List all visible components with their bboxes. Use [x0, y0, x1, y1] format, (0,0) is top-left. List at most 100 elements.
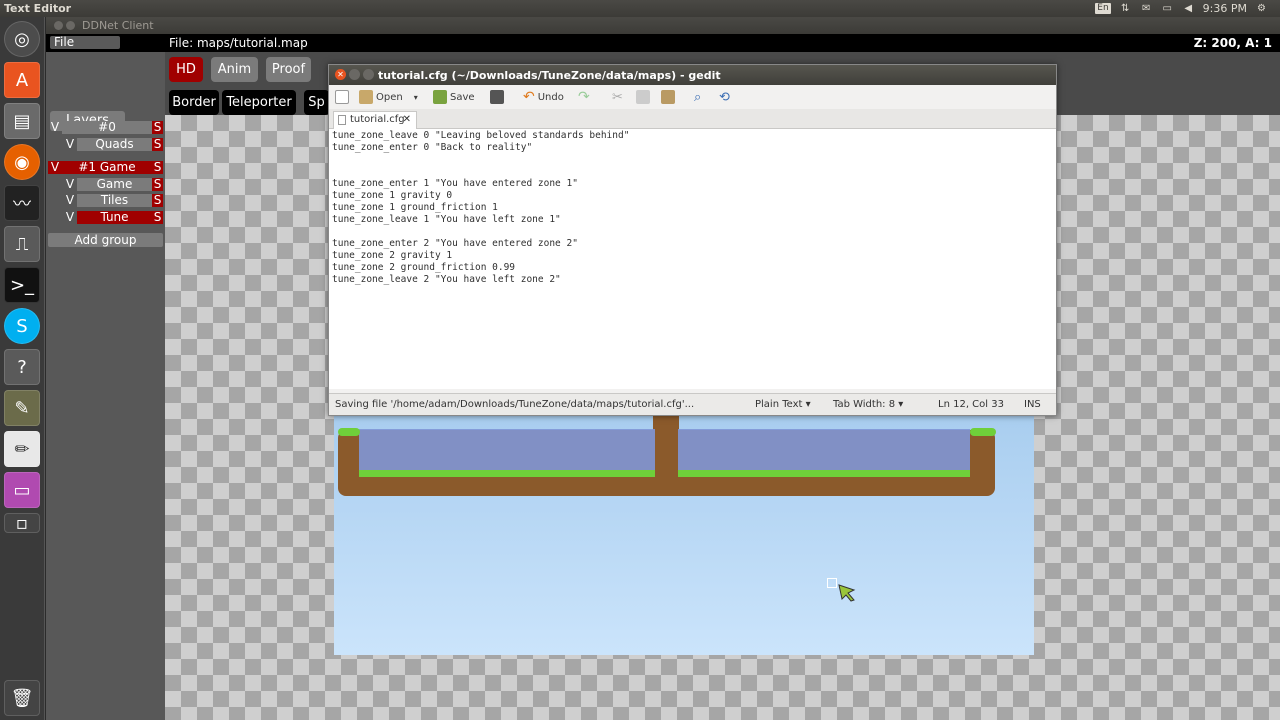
layer-group-row[interactable]: V #0 S	[48, 121, 163, 134]
hd-button[interactable]: HD	[169, 57, 203, 82]
gimp-icon[interactable]: ✎	[4, 390, 40, 426]
text-editor-icon[interactable]: ✏	[4, 431, 40, 467]
gedit-maximize-icon[interactable]	[363, 69, 374, 80]
layer-name[interactable]: Tiles	[77, 194, 152, 207]
volume-icon[interactable]: ◀	[1182, 3, 1195, 14]
gedit-minimize-icon[interactable]	[349, 69, 360, 80]
gedit-toolbar: Open ▾ Save ↶ Undo ↷ ✂ ⌕ ⟲	[329, 85, 1056, 109]
editor-line: tune_zone_enter 2 "You have entered zone…	[332, 238, 578, 249]
skype-icon[interactable]: S	[4, 308, 40, 344]
proof-button[interactable]: Proof	[266, 57, 311, 82]
replace-button[interactable]: ⟲	[719, 88, 730, 106]
visibility-toggle[interactable]: V	[63, 211, 77, 224]
visibility-toggle[interactable]: V	[63, 178, 77, 191]
print-icon	[490, 90, 504, 104]
layer-group-name[interactable]: #0	[62, 121, 152, 134]
ddnet-window-icon[interactable]: ▫	[4, 513, 40, 534]
layer-group-name[interactable]: #1 Game	[62, 161, 152, 174]
open-dropdown-icon[interactable]: ▾	[414, 93, 418, 102]
firefox-icon[interactable]: ◉	[4, 144, 40, 180]
top-panel: Text Editor En ⇅ ✉ ▭ ◀ 9:36 PM ⚙	[0, 0, 1280, 17]
grass-edge-right	[970, 428, 996, 436]
folder-icon	[359, 90, 373, 104]
layer-settings-button[interactable]: S	[152, 161, 163, 174]
ddnet-minimize-icon[interactable]	[66, 21, 75, 30]
layer-settings-button[interactable]: S	[152, 194, 163, 207]
keyboard-layout-indicator[interactable]: En	[1095, 3, 1111, 14]
editor-line: tune_zone_enter 1 "You have entered zone…	[332, 178, 578, 189]
border-button[interactable]: Border	[169, 90, 219, 115]
editor-menubar: File File: maps/tutorial.map Z: 200, A: …	[46, 34, 1280, 52]
editor-line: tune_zone_leave 1 "You have left zone 1"	[332, 214, 561, 225]
usb-drive-icon[interactable]: ⎍	[4, 226, 40, 262]
tab-close-icon[interactable]: ✕	[403, 112, 411, 128]
system-tray: En ⇅ ✉ ▭ ◀ 9:36 PM ⚙	[1095, 0, 1280, 17]
mail-icon[interactable]: ✉	[1140, 3, 1153, 14]
trash-icon[interactable]: 🗑	[4, 680, 40, 716]
system-monitor-icon[interactable]: 〰	[4, 185, 40, 221]
redo-button[interactable]: ↷	[578, 88, 590, 106]
layer-settings-button[interactable]: S	[152, 138, 163, 151]
layer-name[interactable]: Game	[77, 178, 152, 191]
undo-button[interactable]: ↶ Undo	[523, 88, 564, 106]
help-icon[interactable]: ?	[4, 349, 40, 385]
mouse-cursor-icon	[838, 584, 856, 602]
dash-home-icon[interactable]: ◎	[4, 21, 40, 57]
speedup-button[interactable]: Sp	[304, 90, 329, 115]
layer-name[interactable]: Quads	[77, 138, 152, 151]
tile-cursor-box	[827, 578, 837, 588]
gedit-titlebar: ✕ tutorial.cfg (~/Downloads/TuneZone/dat…	[329, 65, 1056, 85]
tab-tutorial-cfg[interactable]: tutorial.cfg ✕	[333, 111, 417, 129]
add-group-button[interactable]: Add group	[48, 233, 163, 247]
power-gear-icon[interactable]: ⚙	[1255, 3, 1268, 14]
paste-button[interactable]	[661, 88, 675, 106]
teleporter-button[interactable]: Teleporter	[222, 90, 296, 115]
layer-group-row-selected[interactable]: V #1 Game S	[48, 161, 163, 174]
clock[interactable]: 9:36 PM	[1203, 2, 1247, 15]
layer-row[interactable]: V Game S	[63, 178, 163, 191]
software-center-icon[interactable]: A	[4, 62, 40, 98]
visibility-toggle[interactable]: V	[48, 121, 62, 134]
layer-settings-button[interactable]: S	[152, 121, 163, 134]
editor-line: tune_zone_enter 0 "Back to reality"	[332, 142, 533, 153]
layer-row[interactable]: V Tiles S	[63, 194, 163, 207]
language-selector[interactable]: Plain Text ▾	[755, 399, 811, 410]
gedit-close-icon[interactable]: ✕	[335, 69, 346, 80]
dirt-pillar	[653, 410, 679, 470]
layer-settings-button[interactable]: S	[152, 178, 163, 191]
editor-line: tune_zone 1 gravity 0	[332, 190, 453, 201]
layer-settings-button[interactable]: S	[152, 211, 163, 224]
find-button[interactable]: ⌕	[694, 88, 701, 106]
ddnet-titlebar: DDNet Client	[46, 17, 1280, 34]
network-icon[interactable]: ⇅	[1119, 3, 1132, 14]
editor-line: tune_zone 2 ground_friction 0.99	[332, 262, 516, 273]
workspace-icon[interactable]: ▭	[4, 472, 40, 508]
save-button[interactable]: Save	[433, 88, 475, 106]
open-button[interactable]: Open ▾	[359, 88, 418, 106]
ddnet-close-icon[interactable]	[54, 21, 63, 30]
status-message: Saving file '/home/adam/Downloads/TuneZo…	[335, 399, 695, 410]
layer-row-selected[interactable]: V Tune S	[63, 211, 163, 224]
zoom-info: Z: 200, A: 1	[1193, 36, 1272, 50]
files-drawer-icon[interactable]: ▤	[4, 103, 40, 139]
file-menu-button[interactable]: File	[50, 36, 120, 49]
print-button[interactable]	[490, 88, 504, 106]
grass-edge-left	[338, 428, 360, 436]
tab-width-selector[interactable]: Tab Width: 8 ▾	[833, 399, 903, 410]
visibility-toggle[interactable]: V	[63, 138, 77, 151]
visibility-toggle[interactable]: V	[48, 161, 62, 174]
layer-name[interactable]: Tune	[77, 211, 152, 224]
visibility-toggle[interactable]: V	[63, 194, 77, 207]
new-document-button[interactable]	[335, 88, 349, 106]
terminal-icon[interactable]: >_	[4, 267, 40, 303]
copy-button[interactable]	[636, 88, 650, 106]
editor-line: tune_zone 1 ground_friction 1	[332, 202, 498, 213]
gedit-tab-bar: tutorial.cfg ✕	[329, 109, 1056, 129]
layer-row[interactable]: V Quads S	[63, 138, 163, 151]
anim-button[interactable]: Anim	[211, 57, 258, 82]
battery-icon[interactable]: ▭	[1161, 3, 1174, 14]
cut-button[interactable]: ✂	[612, 88, 623, 106]
text-editor-area[interactable]: tune_zone_leave 0 "Leaving beloved stand…	[329, 129, 1056, 389]
layers-panel: Layers	[46, 52, 165, 720]
